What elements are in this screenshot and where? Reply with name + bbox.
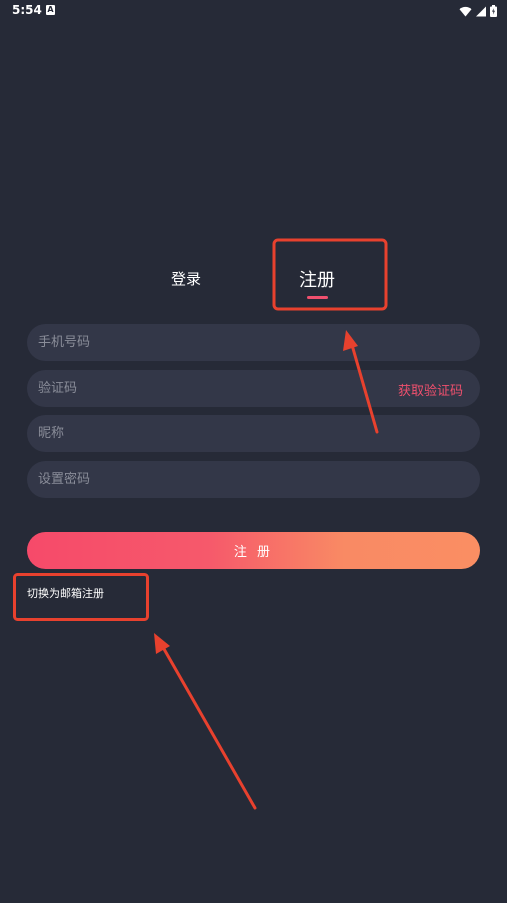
tab-login[interactable]: 登录 xyxy=(171,268,201,289)
signal-icon xyxy=(476,6,486,16)
register-button[interactable]: 注 册 xyxy=(27,532,480,569)
password-input[interactable] xyxy=(38,461,368,498)
nickname-input[interactable] xyxy=(38,415,368,452)
auth-tabs: 登录 注册 xyxy=(0,262,507,302)
notification-icon: A xyxy=(46,5,55,15)
code-input[interactable] xyxy=(38,370,368,407)
status-icons xyxy=(459,4,497,18)
phone-input[interactable] xyxy=(38,324,368,361)
status-bar: 5:54 A xyxy=(0,0,507,22)
code-field: 获取验证码 xyxy=(27,370,480,407)
phone-field xyxy=(27,324,480,361)
tab-register[interactable]: 注册 xyxy=(299,266,335,292)
wifi-icon xyxy=(459,6,472,17)
battery-icon xyxy=(490,5,497,17)
annotation-arrow-2-head xyxy=(154,633,170,654)
password-field xyxy=(27,461,480,498)
switch-to-email-link[interactable]: 切换为邮箱注册 xyxy=(27,585,104,601)
status-time: 5:54 xyxy=(12,3,42,17)
get-code-button[interactable]: 获取验证码 xyxy=(398,380,463,399)
nickname-field xyxy=(27,415,480,452)
active-tab-indicator xyxy=(307,296,328,299)
annotation-arrow-2-shaft xyxy=(158,640,257,810)
